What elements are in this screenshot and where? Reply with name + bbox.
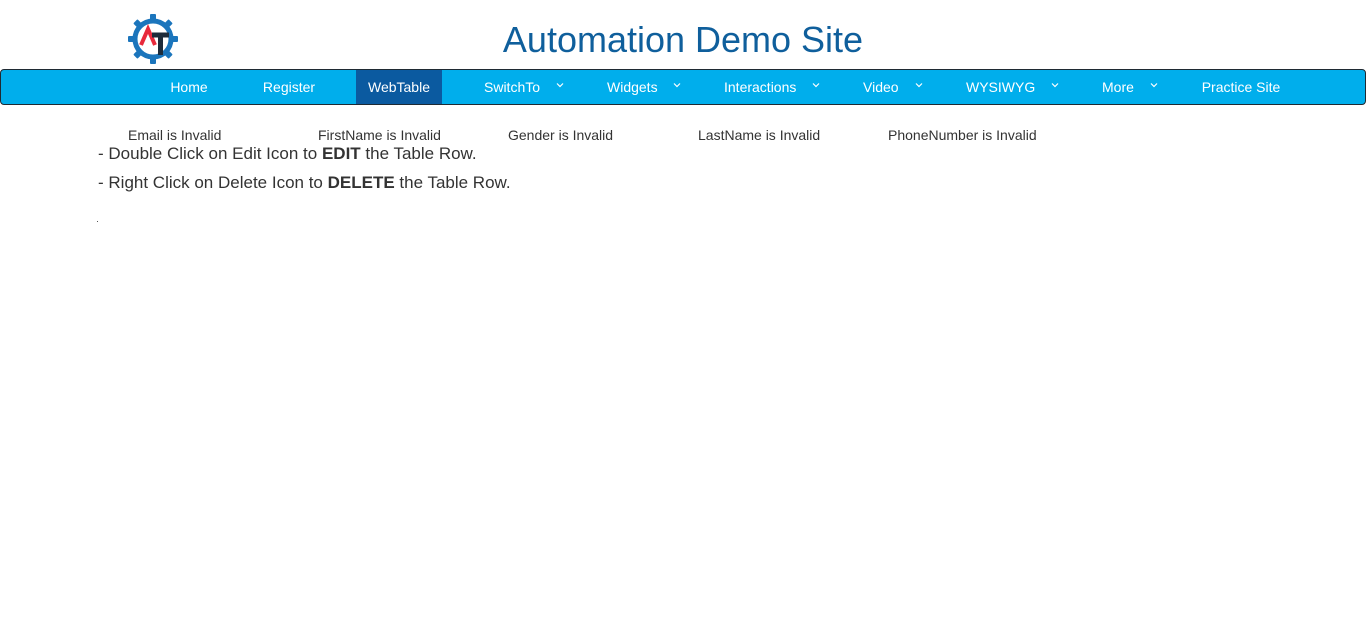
firstname-invalid-message: FirstName is Invalid	[318, 127, 441, 143]
edit-instruction-prefix: - Double Click on Edit Icon to	[98, 144, 322, 163]
nav-widgets[interactable]: Widgets	[596, 70, 691, 104]
chevron-down-icon	[812, 83, 820, 88]
nav-home[interactable]: Home	[149, 70, 229, 104]
nav-more-label: More	[1102, 79, 1134, 95]
nav-switchto[interactable]: SwitchTo	[471, 70, 571, 104]
nav-webtable-label: WebTable	[367, 79, 430, 95]
empty-table-placeholder	[97, 221, 98, 222]
main-navbar: Home Register WebTable SwitchTo Widgets …	[0, 69, 1366, 105]
nav-video-label: Video	[863, 79, 899, 95]
chevron-down-icon	[1150, 83, 1158, 88]
nav-more[interactable]: More	[1091, 70, 1166, 104]
gender-invalid-message: Gender is Invalid	[508, 127, 614, 143]
edit-instruction-keyword: EDIT	[321, 144, 361, 163]
nav-home-label: Home	[170, 79, 208, 95]
nav-wysiwyg-label: WYSIWYG	[966, 79, 1036, 95]
delete-instruction: - Right Click on Delete Icon to DELETE t…	[98, 173, 511, 193]
nav-practice-site-label: Practice Site	[1201, 79, 1281, 95]
nav-interactions[interactable]: Interactions	[713, 70, 833, 104]
nav-wysiwyg[interactable]: WYSIWYG	[954, 70, 1064, 104]
email-invalid-message: Email is Invalid	[128, 127, 222, 143]
edit-instruction-suffix: the Table Row.	[360, 144, 477, 163]
chevron-down-icon	[915, 83, 923, 88]
nav-register-label: Register	[262, 79, 316, 95]
nav-practice-site[interactable]: Practice Site	[1191, 70, 1291, 104]
page: Automation Demo Site Home Register WebTa…	[0, 0, 1366, 618]
lastname-invalid-message: LastName is Invalid	[698, 127, 821, 143]
edit-instruction: - Double Click on Edit Icon to EDIT the …	[98, 144, 477, 164]
nav-webtable[interactable]: WebTable	[356, 70, 442, 104]
nav-switchto-label: SwitchTo	[484, 79, 541, 95]
chevron-down-icon	[556, 83, 564, 88]
nav-video[interactable]: Video	[851, 70, 931, 104]
chevron-down-icon	[673, 83, 681, 88]
delete-instruction-keyword: DELETE	[327, 173, 395, 192]
phonenumber-invalid-message: PhoneNumber is Invalid	[888, 127, 1037, 143]
chevron-down-icon	[1051, 83, 1059, 88]
nav-interactions-label: Interactions	[724, 79, 797, 95]
site-title: Automation Demo Site	[502, 19, 864, 60]
delete-instruction-prefix: - Right Click on Delete Icon to	[98, 173, 328, 192]
nav-register[interactable]: Register	[249, 70, 329, 104]
delete-instruction-suffix: the Table Row.	[394, 173, 511, 192]
nav-widgets-label: Widgets	[607, 79, 658, 95]
